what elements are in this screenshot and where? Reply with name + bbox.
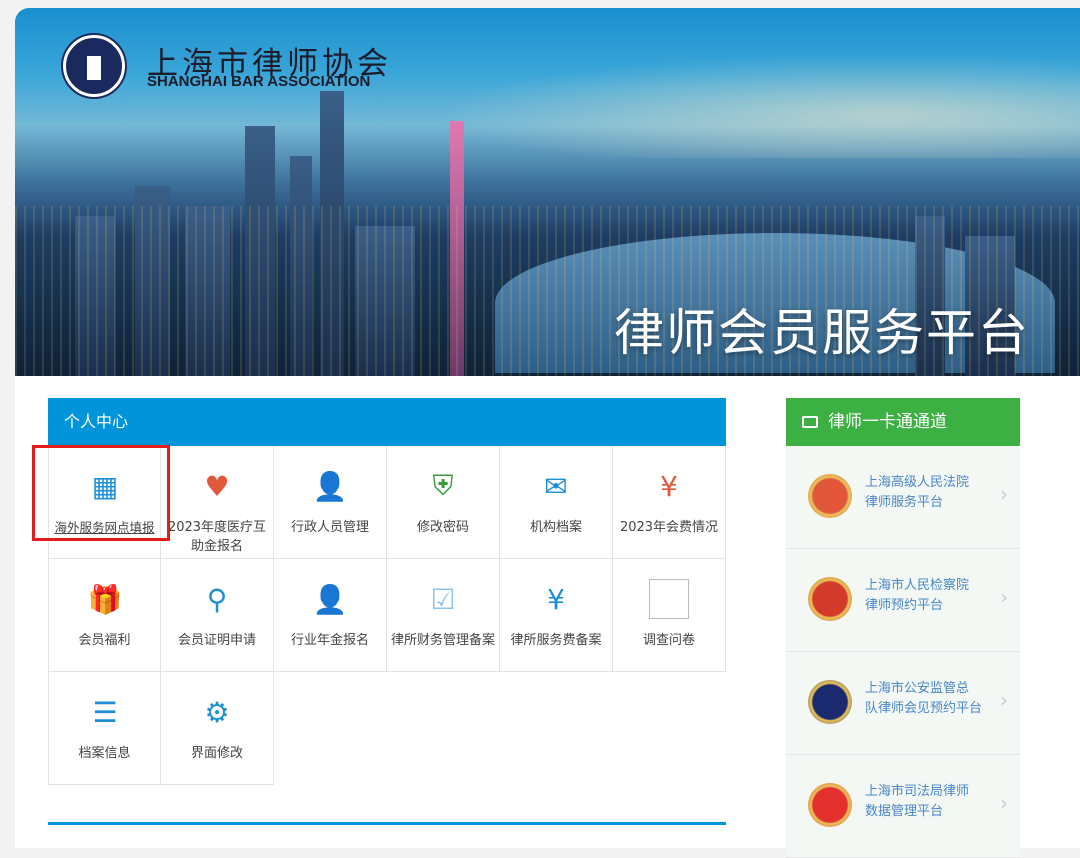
menu-item-label: 会员证明申请 — [177, 633, 256, 648]
menu-item-label: 界面修改 — [190, 746, 243, 761]
association-logo — [63, 35, 125, 97]
menu-item-label: 行业年金报名 — [290, 633, 369, 648]
menu-item[interactable]: 👤 行业年金报名 — [274, 559, 387, 672]
chevron-right-icon: › — [1000, 482, 1008, 506]
id-card-icon: 👤 — [312, 582, 348, 616]
court-emblem-icon — [808, 474, 852, 518]
shield-icon: ⛨ — [432, 469, 454, 502]
monitor-checklist-icon: ☑ — [430, 582, 456, 616]
chevron-right-icon: › — [1000, 791, 1008, 815]
yen-circle-icon: ¥ — [660, 469, 678, 503]
menu-item[interactable]: ⚲ 会员证明申请 — [161, 559, 274, 672]
channel-link[interactable]: 上海市人民检察院 律师预约平台 › — [786, 549, 1020, 652]
menu-item[interactable]: ¥2023年会费情况 — [613, 446, 726, 559]
channel-line1: 上海市公安监管总 — [865, 681, 970, 696]
card-icon — [802, 416, 818, 428]
menu-item-label: 档案信息 — [78, 746, 131, 761]
channel-line2: 队律师会见预约平台 — [865, 701, 983, 716]
menu-item[interactable]: ⚙ 界面修改 — [161, 672, 274, 785]
menu-item-label: 会员福利 — [78, 633, 131, 648]
channel-link[interactable]: 上海市司法局律师 数据管理平台 › — [786, 755, 1020, 858]
gear-icon: ⚙ — [204, 695, 230, 729]
menu-item-label: 调查问卷 — [642, 633, 695, 648]
heart-hands-icon: ♥ — [204, 469, 230, 503]
lawyer-channel-title: 律师一卡通通道 — [828, 412, 947, 432]
channel-line2: 律师服务平台 — [865, 495, 944, 510]
menu-item-label: 2023年度医疗互助金报名 — [167, 520, 267, 554]
section-divider — [48, 822, 726, 825]
envelope-icon: ✉ — [544, 469, 568, 503]
channel-line1: 上海市司法局律师 — [865, 784, 970, 799]
id-card-icon: 👤 — [312, 469, 348, 503]
channel-line1: 上海高级人民法院 — [865, 475, 970, 490]
menu-item[interactable]: ¥ 律所服务费备案 — [500, 559, 613, 672]
chevron-right-icon: › — [1000, 688, 1008, 712]
stamp-icon: ⚲ — [206, 582, 228, 616]
menu-item-label: 修改密码 — [416, 520, 469, 535]
personal-center-panel: 个人中心 ▦ 海外服务网点填报 ♥ 2023年度医疗互助金报名 👤 行政人员管理 ⛨ 修改密码… — [32, 398, 726, 785]
menu-item[interactable]: ▦ 海外服务网点填报 — [32, 445, 170, 559]
menu-item-label: 行政人员管理 — [290, 520, 369, 535]
layout-doc-icon: ▦ — [91, 469, 119, 503]
menu-item[interactable]: 🎁 会员福利 — [48, 559, 161, 672]
channel-line2: 律师预约平台 — [865, 598, 944, 613]
yen-doc-icon: ¥ — [547, 582, 565, 616]
lawyer-channel-panel: 律师一卡通通道 上海高级人民法院 律师服务平台 › 上海市人民检察院 律师预约平台 … — [786, 398, 1020, 858]
channel-line1: 上海市人民检察院 — [865, 578, 970, 593]
menu-item[interactable]: ♥ 2023年度医疗互助金报名 — [161, 446, 274, 559]
chevron-right-icon: › — [1000, 585, 1008, 609]
platform-title: 律师会员服务平台 — [614, 304, 1030, 362]
menu-item[interactable]: ☰ 档案信息 — [48, 672, 161, 785]
menu-item[interactable]: 👤 行政人员管理 — [274, 446, 387, 559]
banner: 上海市律师协会 SHANGHAI BAR ASSOCIATION 律师会员服务平… — [15, 8, 1080, 376]
menu-item-label: 海外服务网点填报 — [54, 520, 155, 535]
channel-link[interactable]: 上海高级人民法院 律师服务平台 › — [786, 446, 1020, 549]
gift-icon: 🎁 — [87, 582, 123, 616]
menu-item[interactable]: ⛨ 修改密码 — [387, 446, 500, 559]
channel-line2: 数据管理平台 — [865, 804, 944, 819]
org-name-en: SHANGHAI BAR ASSOCIATION — [147, 73, 371, 90]
channel-link[interactable]: 上海市公安监管总 队律师会见预约平台 › — [786, 652, 1020, 755]
menu-item-label: 律所服务费备案 — [510, 633, 602, 648]
menu-item[interactable]: ✉ 机构档案 — [500, 446, 613, 559]
procuratorate-emblem-icon — [808, 577, 852, 621]
justice-emblem-icon — [808, 783, 852, 827]
broken-image-icon — [649, 579, 689, 619]
menu-item-label: 机构档案 — [529, 520, 582, 535]
menu-item[interactable]: 调查问卷 — [613, 559, 726, 672]
menu-item-label: 2023年会费情况 — [619, 520, 719, 535]
menu-item[interactable]: ☑ 律所财务管理备案 — [387, 559, 500, 672]
personal-center-title: 个人中心 — [48, 398, 726, 446]
document-icon: ☰ — [92, 695, 118, 729]
police-emblem-icon — [808, 680, 852, 724]
menu-item-label: 律所财务管理备案 — [390, 633, 495, 648]
